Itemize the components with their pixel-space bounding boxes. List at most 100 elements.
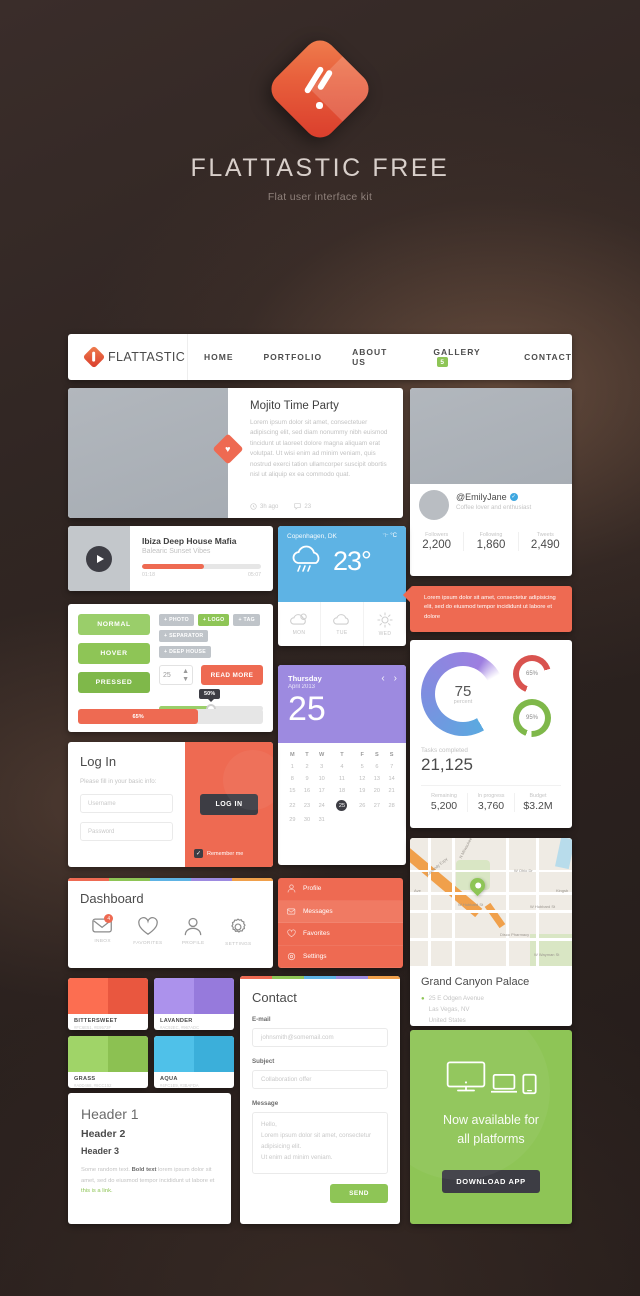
dashboard-title: Dashboard — [80, 891, 144, 906]
stepper-arrows[interactable]: ▲ ▼ — [182, 668, 189, 683]
checkmark-icon[interactable]: ✓ — [194, 849, 203, 858]
calendar-cell[interactable]: 15 — [285, 785, 300, 797]
calendar-cell[interactable]: 28 — [384, 797, 399, 814]
profile-stats: Followers 2,200 Following 1,860 Tweets 2… — [410, 532, 572, 551]
forecast-day-tue[interactable]: TUE — [321, 602, 364, 646]
tag-separator[interactable]: + SEPARATOR — [159, 630, 209, 642]
calendar-cell[interactable]: 24 — [314, 797, 329, 814]
subject-field[interactable]: Collaboration offer — [252, 1070, 388, 1089]
heart-icon — [138, 917, 158, 935]
stat-followers[interactable]: Followers 2,200 — [410, 532, 465, 551]
calendar-cell[interactable]: 1 — [285, 761, 300, 773]
profile-handle[interactable]: @EmilyJane ✓ — [456, 492, 531, 502]
forecast-day-mon[interactable]: MON — [278, 602, 321, 646]
calendar-day-header: M — [290, 752, 295, 758]
calendar-cell-today[interactable]: 25 — [329, 797, 355, 814]
calendar-cell[interactable]: 27 — [370, 797, 385, 814]
play-icon — [96, 554, 104, 563]
login-button[interactable]: LOG IN — [200, 794, 258, 815]
nav-label: ABOUT US — [352, 347, 388, 367]
calendar-cell[interactable]: 30 — [300, 814, 315, 826]
menu-item-favorites[interactable]: Favorites — [278, 923, 403, 946]
tag-deep-house[interactable]: + DEEP HOUSE — [159, 646, 211, 658]
weather-unit-toggle[interactable]: °F °C — [383, 533, 397, 539]
read-more-button[interactable]: READ MORE — [201, 665, 263, 685]
dashboard-items: 4 INBOX FAVORITES PROFILE SETTINGS — [80, 914, 261, 947]
calendar-cell[interactable]: 21 — [384, 785, 399, 797]
nav-item-home[interactable]: HOME — [204, 352, 234, 362]
nav-item-about-us[interactable]: ABOUT US — [352, 347, 403, 367]
dashboard-item-inbox[interactable]: 4 INBOX — [80, 914, 125, 947]
tag-photo[interactable]: + PHOTO — [159, 614, 194, 626]
dashboard-item-profile[interactable]: PROFILE — [171, 917, 216, 947]
nav-item-contact[interactable]: CONTACT — [524, 352, 572, 362]
nav-item-gallery[interactable]: GALLERY5 — [433, 347, 494, 368]
calendar-cell[interactable]: 31 — [314, 814, 329, 826]
page-root: FLATTASTIC FREE Flat user interface kit … — [0, 0, 640, 1296]
menu-item-settings[interactable]: Settings — [278, 946, 403, 968]
calendar-cell[interactable]: 23 — [300, 797, 315, 814]
article-time-label: 3h ago — [260, 503, 279, 510]
alert-banner: Lorem ipsum dolor sit amet, consectetur … — [410, 586, 572, 632]
paragraph-link[interactable]: this is a link. — [81, 1188, 113, 1194]
chevron-left-icon[interactable]: ‹ — [381, 673, 384, 684]
chevron-right-icon[interactable]: › — [394, 673, 397, 684]
dashboard-item-favorites[interactable]: FAVORITES — [125, 917, 170, 947]
calendar-cell[interactable]: 5 — [355, 761, 370, 773]
message-field[interactable]: Hello, Lorem ipsum dolor sit amet, conse… — [252, 1112, 388, 1174]
calendar-cell[interactable]: 2 — [300, 761, 315, 773]
send-button[interactable]: SEND — [330, 1184, 388, 1203]
article-comments[interactable]: 23 — [294, 503, 311, 510]
calendar-cell[interactable]: 12 — [355, 773, 370, 785]
button-normal[interactable]: NORMAL — [78, 614, 150, 635]
calendar-cell[interactable]: 13 — [370, 773, 385, 785]
calendar-cell[interactable]: 14 — [384, 773, 399, 785]
email-field[interactable]: johnsmith@somemail.com — [252, 1028, 388, 1047]
navbar-brand[interactable]: FLATTASTIC — [68, 334, 188, 380]
calendar-cell[interactable]: 26 — [355, 797, 370, 814]
stat-tweets[interactable]: Tweets 2,490 — [519, 532, 572, 551]
forecast-day-wed[interactable]: WED — [364, 602, 406, 646]
remember-me-row[interactable]: ✓ Remember me — [194, 849, 243, 858]
quantity-stepper[interactable]: 25 ▲ ▼ — [159, 665, 193, 685]
calendar-cell — [355, 814, 370, 826]
mini-donuts: 65% 95% — [513, 652, 551, 737]
calendar-cell[interactable]: 7 — [384, 761, 399, 773]
download-app-button[interactable]: DOWNLOAD APP — [442, 1169, 540, 1193]
dashboard-item-settings[interactable]: SETTINGS — [216, 917, 261, 947]
calendar-day-header: T — [305, 752, 309, 758]
map-canvas[interactable]: N Milwaukee Ave Kennedy Expy W Ohio Dr W… — [410, 838, 572, 966]
calendar-day-header: S — [389, 752, 394, 758]
article-body: ♥ Mojito Time Party Lorem ipsum dolor si… — [212, 388, 403, 518]
calendar-day-header: S — [375, 752, 379, 758]
calendar-cell[interactable]: 19 — [355, 785, 370, 797]
tag-logo[interactable]: + LOGO — [197, 614, 230, 626]
calendar-cell[interactable]: 22 — [285, 797, 300, 814]
calendar-cell[interactable]: 16 — [300, 785, 315, 797]
gear-icon — [287, 952, 296, 961]
password-input[interactable]: Password — [80, 822, 173, 841]
menu-item-profile[interactable]: Profile — [278, 878, 403, 901]
button-pressed[interactable]: PRESSED — [78, 672, 150, 693]
track-progress-bar[interactable] — [142, 564, 261, 569]
menu-item-messages[interactable]: Messages — [278, 900, 403, 923]
nav-item-portfolio[interactable]: PORTFOLIO — [264, 352, 323, 362]
calendar-cell[interactable]: 17 — [314, 785, 329, 797]
play-button[interactable] — [86, 545, 112, 572]
button-hover[interactable]: HOVER — [78, 643, 150, 664]
calendar-cell[interactable]: 29 — [285, 814, 300, 826]
calendar-cell[interactable]: 8 — [285, 773, 300, 785]
stat-following[interactable]: Following 1,860 — [464, 532, 519, 551]
username-input[interactable]: Username — [80, 794, 173, 813]
calendar-cell[interactable]: 10 — [314, 773, 329, 785]
calendar-cell[interactable]: 6 — [370, 761, 385, 773]
calendar-cell[interactable]: 4 — [329, 761, 355, 773]
track-total: 05:07 — [248, 572, 261, 578]
calendar-cell[interactable]: 20 — [370, 785, 385, 797]
calendar-cell[interactable]: 3 — [314, 761, 329, 773]
calendar-cell[interactable]: 18 — [329, 785, 355, 797]
tag-tag[interactable]: + TAG — [233, 614, 261, 626]
stat-value: $3.2M — [523, 800, 553, 812]
calendar-cell[interactable]: 11 — [329, 773, 355, 785]
calendar-cell[interactable]: 9 — [300, 773, 315, 785]
